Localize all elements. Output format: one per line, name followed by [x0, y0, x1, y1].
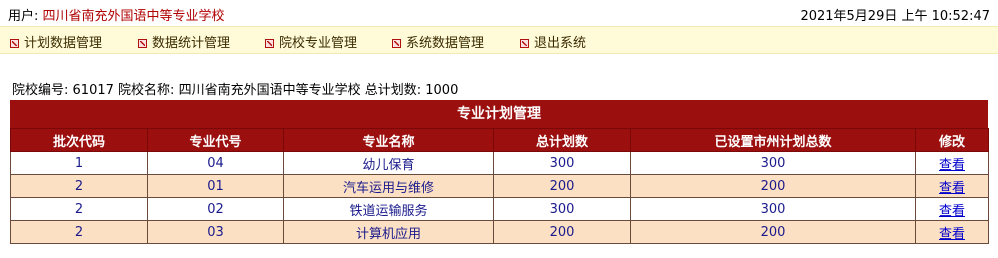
menu-arrow-icon: [392, 39, 401, 48]
total-plan-label: 总计划数:: [364, 83, 422, 98]
menu-item-label: 计划数据管理: [24, 36, 103, 51]
view-link[interactable]: 查看: [939, 158, 965, 173]
cell-assigned-total: 200: [630, 220, 916, 244]
column-header-major-name: 专业名称: [283, 128, 494, 152]
cell-edit: 查看: [915, 220, 989, 244]
school-code: 61017: [72, 83, 114, 98]
menu-item-logout[interactable]: 退出系统: [520, 32, 586, 51]
major-plan-table: 批次代码 专业代号 专业名称 总计划数 已设置市州计划总数 修改 1 04 幼儿…: [10, 128, 989, 244]
user-school-name: 四川省南充外国语中等专业学校: [42, 9, 225, 24]
view-link[interactable]: 查看: [939, 204, 965, 219]
table-row: 1 04 幼儿保育 300 300 查看: [10, 151, 989, 175]
menu-item-label: 退出系统: [534, 36, 587, 51]
cell-major-code: 03: [147, 220, 284, 244]
cell-batch: 2: [10, 174, 148, 198]
cell-assigned-total: 300: [630, 151, 916, 175]
menu-item-label: 数据统计管理: [152, 36, 231, 51]
menu-item-label: 系统数据管理: [406, 36, 485, 51]
panel-title: 专业计划管理: [10, 100, 988, 128]
cell-edit: 查看: [915, 151, 989, 175]
main-menu: 计划数据管理 数据统计管理 院校专业管理 系统数据管理 退出系统: [0, 26, 998, 54]
cell-assigned-total: 300: [630, 197, 916, 221]
cell-batch: 2: [10, 197, 148, 221]
column-header-assigned-total: 已设置市州计划总数: [630, 128, 916, 152]
school-code-label: 院校编号:: [12, 83, 69, 98]
school-name-label: 院校名称:: [118, 83, 175, 98]
cell-edit: 查看: [915, 197, 989, 221]
datetime-display: 2021年5月29日 上午 10:52:47: [800, 9, 990, 24]
menu-item-data-stats[interactable]: 数据统计管理: [138, 32, 230, 51]
top-bar: 用户: 四川省南充外国语中等专业学校 2021年5月29日 上午 10:52:4…: [0, 0, 998, 26]
cell-major-name: 幼儿保育: [283, 151, 494, 175]
column-header-major-code: 专业代号: [147, 128, 284, 152]
cell-batch: 2: [10, 220, 148, 244]
school-name: 四川省南充外国语中等专业学校: [178, 83, 361, 98]
cell-total-plan: 300: [493, 151, 631, 175]
cell-total-plan: 200: [493, 174, 631, 198]
cell-edit: 查看: [915, 174, 989, 198]
table-row: 2 02 铁道运输服务 300 300 查看: [10, 197, 989, 221]
cell-major-name: 铁道运输服务: [283, 197, 494, 221]
menu-arrow-icon: [138, 39, 147, 48]
view-link[interactable]: 查看: [939, 227, 965, 242]
cell-total-plan: 200: [493, 220, 631, 244]
cell-major-code: 02: [147, 197, 284, 221]
menu-item-school-majors[interactable]: 院校专业管理: [265, 32, 357, 51]
view-link[interactable]: 查看: [939, 181, 965, 196]
user-info: 用户: 四川省南充外国语中等专业学校: [8, 5, 225, 24]
column-header-edit: 修改: [915, 128, 989, 152]
menu-item-system-data[interactable]: 系统数据管理: [392, 32, 484, 51]
table-row: 2 03 计算机应用 200 200 查看: [10, 220, 989, 244]
cell-major-code: 01: [147, 174, 284, 198]
menu-item-label: 院校专业管理: [279, 36, 358, 51]
cell-major-name: 计算机应用: [283, 220, 494, 244]
cell-total-plan: 300: [493, 197, 631, 221]
cell-major-name: 汽车运用与维修: [283, 174, 494, 198]
menu-arrow-icon: [265, 39, 274, 48]
cell-major-code: 04: [147, 151, 284, 175]
menu-item-plan-data[interactable]: 计划数据管理: [10, 32, 102, 51]
column-header-batch: 批次代码: [10, 128, 148, 152]
cell-assigned-total: 200: [630, 174, 916, 198]
menu-arrow-icon: [10, 39, 19, 48]
user-label: 用户:: [8, 9, 39, 24]
table-row: 2 01 汽车运用与维修 200 200 查看: [10, 174, 989, 198]
menu-arrow-icon: [520, 39, 529, 48]
column-header-total-plan: 总计划数: [493, 128, 631, 152]
cell-batch: 1: [10, 151, 148, 175]
total-plan-value: 1000: [425, 83, 459, 98]
table-header-row: 批次代码 专业代号 专业名称 总计划数 已设置市州计划总数 修改: [10, 128, 989, 152]
school-summary: 院校编号: 61017 院校名称: 四川省南充外国语中等专业学校 总计划数: 1…: [12, 79, 458, 98]
